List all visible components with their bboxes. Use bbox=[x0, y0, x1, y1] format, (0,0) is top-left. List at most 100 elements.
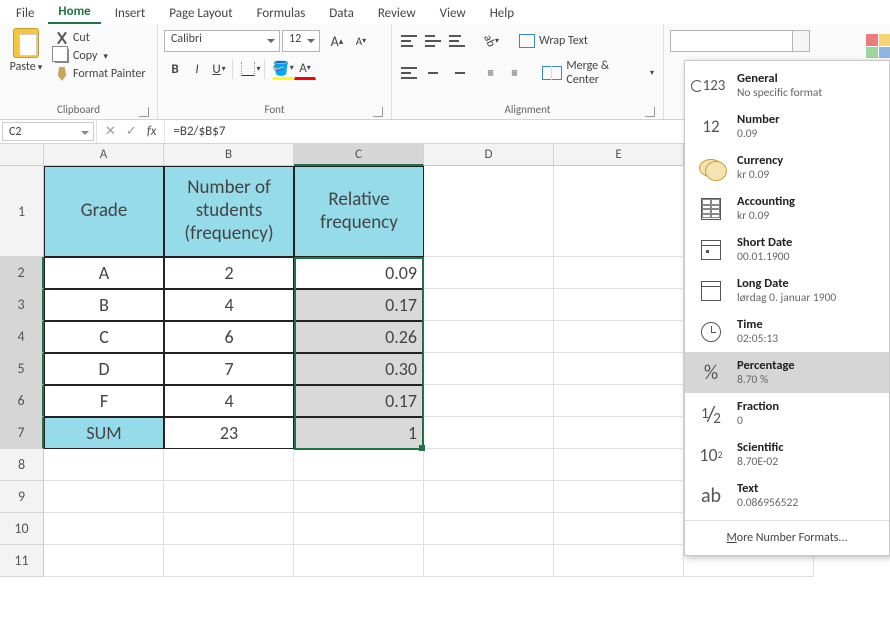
merge-center-button[interactable]: Merge & Center▾ bbox=[539, 58, 657, 88]
col-header-A[interactable]: A bbox=[44, 144, 164, 166]
cell-B3[interactable]: 4 bbox=[164, 289, 294, 321]
cell-A2[interactable]: A bbox=[44, 257, 164, 289]
cell-E1[interactable] bbox=[554, 166, 684, 257]
dialog-launcher-icon[interactable] bbox=[373, 107, 383, 117]
cell-B7[interactable]: 23 bbox=[164, 417, 294, 449]
format-painter-button[interactable]: Format Painter bbox=[52, 66, 149, 82]
menu-file[interactable]: File bbox=[6, 3, 44, 24]
cell-A9[interactable] bbox=[44, 481, 164, 513]
cell-D11[interactable] bbox=[424, 545, 554, 577]
cell-C3[interactable]: 0.17 bbox=[294, 289, 424, 321]
copy-button[interactable]: Copy▾ bbox=[52, 48, 149, 64]
cell-D9[interactable] bbox=[424, 481, 554, 513]
cell-D1[interactable] bbox=[424, 166, 554, 257]
cell-E9[interactable] bbox=[554, 481, 684, 513]
row-header-4[interactable]: 4 bbox=[0, 321, 44, 353]
cell-E11[interactable] bbox=[554, 545, 684, 577]
cell-B11[interactable] bbox=[164, 545, 294, 577]
cell-C9[interactable] bbox=[294, 481, 424, 513]
font-color-button[interactable]: A▾ bbox=[294, 58, 316, 80]
row-header-7[interactable]: 7 bbox=[0, 417, 44, 449]
align-center-button[interactable] bbox=[422, 62, 444, 84]
cell-A1[interactable]: Grade bbox=[44, 166, 164, 257]
more-number-formats[interactable]: More Number Formats... bbox=[685, 525, 889, 551]
format-option-fraction[interactable]: 1/2Fraction0 bbox=[685, 393, 889, 434]
cell-D2[interactable] bbox=[424, 257, 554, 289]
cell-A11[interactable] bbox=[44, 545, 164, 577]
format-option-number[interactable]: 12Number0.09 bbox=[685, 106, 889, 147]
cell-C5[interactable]: 0.30 bbox=[294, 353, 424, 385]
cell-B4[interactable]: 6 bbox=[164, 321, 294, 353]
dialog-launcher-icon[interactable] bbox=[139, 107, 149, 117]
row-header-1[interactable]: 1 bbox=[0, 166, 44, 257]
format-option-scientific[interactable]: 102Scientific8.70E-02 bbox=[685, 434, 889, 475]
row-header-6[interactable]: 6 bbox=[0, 385, 44, 417]
menu-home[interactable]: Home bbox=[48, 1, 100, 24]
cell-B1[interactable]: Number of students (frequency) bbox=[164, 166, 294, 257]
align-middle-button[interactable] bbox=[422, 30, 444, 52]
cell-A7[interactable]: SUM bbox=[44, 417, 164, 449]
row-header-8[interactable]: 8 bbox=[0, 449, 44, 481]
cell-A6[interactable]: F bbox=[44, 385, 164, 417]
cell-B9[interactable] bbox=[164, 481, 294, 513]
menu-page-layout[interactable]: Page Layout bbox=[159, 3, 242, 24]
cell-C11[interactable] bbox=[294, 545, 424, 577]
cell-E3[interactable] bbox=[554, 289, 684, 321]
cell-D6[interactable] bbox=[424, 385, 554, 417]
cell-D7[interactable] bbox=[424, 417, 554, 449]
format-option-currency[interactable]: Currencykr 0.09 bbox=[685, 147, 889, 188]
menu-insert[interactable]: Insert bbox=[105, 3, 156, 24]
cell-E2[interactable] bbox=[554, 257, 684, 289]
cell-B10[interactable] bbox=[164, 513, 294, 545]
cell-D4[interactable] bbox=[424, 321, 554, 353]
cell-C6[interactable]: 0.17 bbox=[294, 385, 424, 417]
col-header-B[interactable]: B bbox=[164, 144, 294, 166]
increase-indent-button[interactable]: ≡ bbox=[504, 62, 526, 84]
format-option-shortdate[interactable]: Short Date00.01.1900 bbox=[685, 229, 889, 270]
menu-formulas[interactable]: Formulas bbox=[247, 3, 316, 24]
select-all-button[interactable] bbox=[0, 144, 44, 166]
cell-B5[interactable]: 7 bbox=[164, 353, 294, 385]
cell-D10[interactable] bbox=[424, 513, 554, 545]
orientation-button[interactable]: ab▾ bbox=[480, 30, 502, 52]
cell-C8[interactable] bbox=[294, 449, 424, 481]
borders-button[interactable]: ▾ bbox=[240, 58, 262, 80]
row-header-11[interactable]: 11 bbox=[0, 545, 44, 577]
col-header-C[interactable]: C bbox=[294, 144, 424, 166]
increase-font-button[interactable]: A▴ bbox=[326, 30, 348, 52]
align-left-button[interactable] bbox=[398, 62, 420, 84]
decrease-indent-button[interactable]: ≡ bbox=[480, 62, 502, 84]
cell-C2[interactable]: 0.09 bbox=[294, 257, 424, 289]
cell-C4[interactable]: 0.26 bbox=[294, 321, 424, 353]
enter-icon[interactable]: ✓ bbox=[126, 124, 137, 139]
cell-E7[interactable] bbox=[554, 417, 684, 449]
cell-A3[interactable]: B bbox=[44, 289, 164, 321]
cell-A5[interactable]: D bbox=[44, 353, 164, 385]
cut-button[interactable]: Cut bbox=[52, 30, 149, 46]
menu-help[interactable]: Help bbox=[480, 3, 524, 24]
row-header-5[interactable]: 5 bbox=[0, 353, 44, 385]
format-option-time[interactable]: Time02:05:13 bbox=[685, 311, 889, 352]
font-name-select[interactable]: Calibri bbox=[164, 30, 280, 52]
cell-D5[interactable] bbox=[424, 353, 554, 385]
row-header-9[interactable]: 9 bbox=[0, 481, 44, 513]
cell-E5[interactable] bbox=[554, 353, 684, 385]
fx-icon[interactable]: fx bbox=[147, 124, 157, 139]
fill-color-button[interactable]: 🪣▾ bbox=[272, 58, 294, 80]
wrap-text-button[interactable]: Wrap Text bbox=[516, 33, 591, 49]
row-header-10[interactable]: 10 bbox=[0, 513, 44, 545]
paste-button[interactable]: Paste▾ bbox=[6, 28, 46, 74]
underline-button[interactable]: U▾ bbox=[208, 58, 230, 80]
name-box[interactable]: C2 bbox=[2, 122, 94, 141]
cell-B2[interactable]: 2 bbox=[164, 257, 294, 289]
cell-D8[interactable] bbox=[424, 449, 554, 481]
align-top-button[interactable] bbox=[398, 30, 420, 52]
cell-E8[interactable] bbox=[554, 449, 684, 481]
format-option-percentage[interactable]: %Percentage8.70 % bbox=[685, 352, 889, 393]
menu-view[interactable]: View bbox=[430, 3, 476, 24]
conditional-formatting-icon[interactable] bbox=[866, 34, 890, 58]
col-header-D[interactable]: D bbox=[424, 144, 554, 166]
cell-E6[interactable] bbox=[554, 385, 684, 417]
cell-B6[interactable]: 4 bbox=[164, 385, 294, 417]
menu-data[interactable]: Data bbox=[319, 3, 364, 24]
